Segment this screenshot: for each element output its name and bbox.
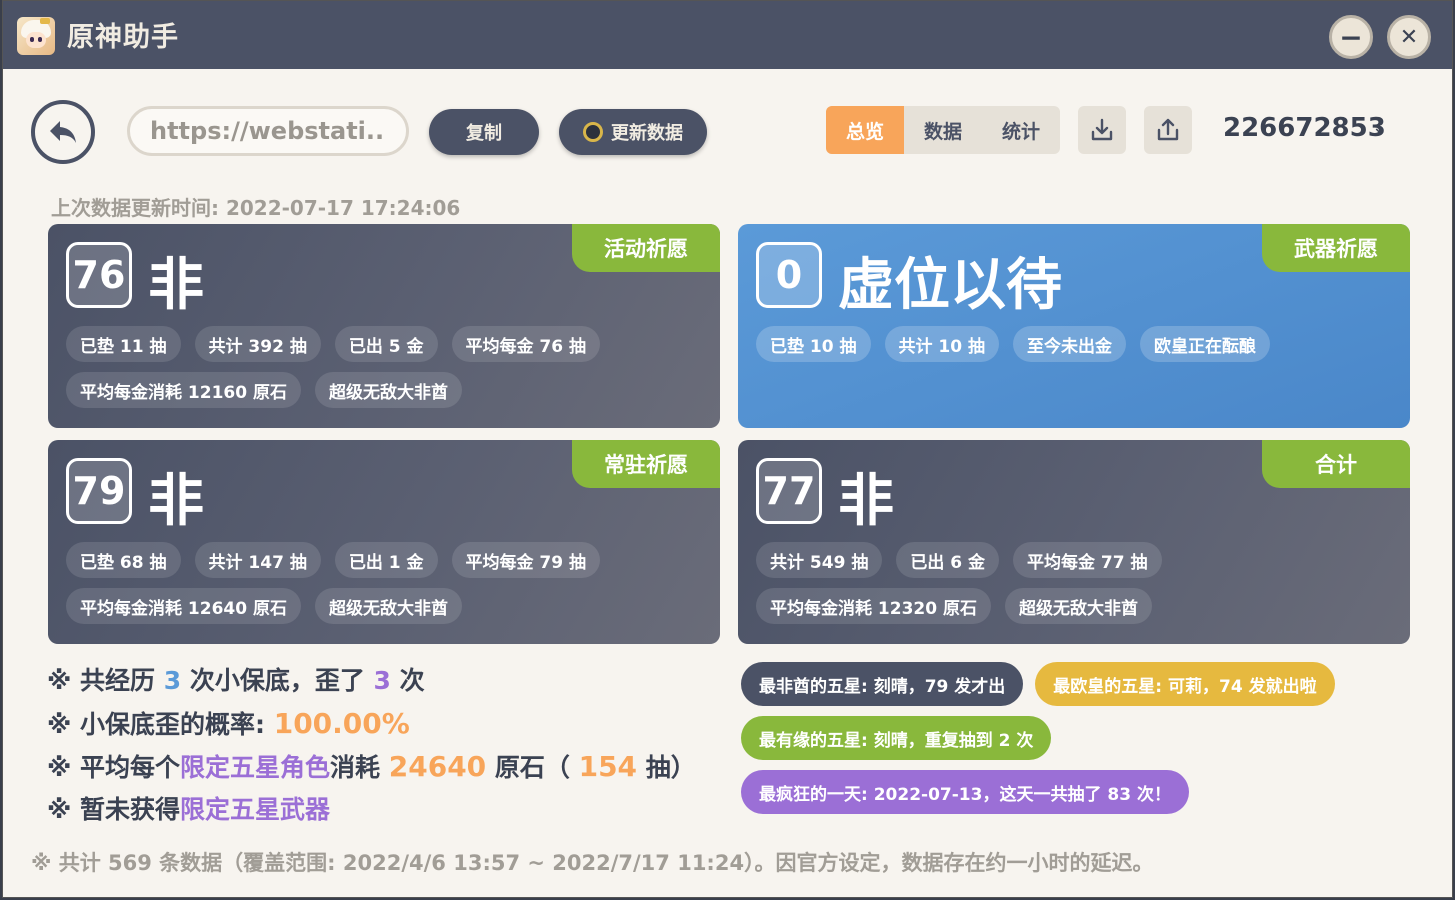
paimon-logo-icon bbox=[17, 17, 55, 55]
weapon-wish-card: 武器祈愿 0 虚位以待 已垫 10 抽 共计 10 抽 至今未出金 欧皇正在酝酿 bbox=[738, 224, 1410, 428]
luck-score: 0 bbox=[756, 242, 822, 308]
luck-verdict: 非 bbox=[838, 469, 894, 534]
limited-character-link[interactable]: 限定五星角色 bbox=[180, 753, 330, 782]
stat-pill: 共计 549 抽 bbox=[756, 542, 883, 578]
stat-pill: 平均每金 76 抽 bbox=[451, 326, 600, 362]
highlight-badges: 最非酋的五星: 刻晴，79 发才出 最欧皇的五星: 可莉，74 发就出啦 最有缘… bbox=[741, 662, 1421, 824]
close-button[interactable]: ✕ bbox=[1387, 15, 1431, 59]
title-bar[interactable]: 原神助手 − ✕ bbox=[3, 1, 1452, 69]
url-input[interactable] bbox=[127, 106, 409, 156]
stat-pill: 共计 147 抽 bbox=[194, 542, 321, 578]
badge-craziest-day: 最疯狂的一天: 2022-07-13，这天一共抽了 83 次！ bbox=[741, 770, 1189, 814]
tab-data[interactable]: 数据 bbox=[904, 106, 982, 154]
standard-wish-card: 常驻祈愿 79 非 已垫 68 抽 共计 147 抽 已出 1 金 平均每金 7… bbox=[48, 440, 720, 644]
card-tag: 活动祈愿 bbox=[572, 224, 720, 272]
stat-pill: 已垫 10 抽 bbox=[756, 326, 871, 362]
luck-verdict: 虚位以待 bbox=[838, 253, 1062, 318]
stat-pill: 平均每金 77 抽 bbox=[1013, 542, 1162, 578]
luck-verdict: 非 bbox=[148, 253, 204, 318]
card-tag: 合计 bbox=[1262, 440, 1410, 488]
stat-pills: 已垫 68 抽 共计 147 抽 已出 1 金 平均每金 79 抽 平均每金消耗… bbox=[66, 542, 706, 624]
stat-pill: 平均每金消耗 12160 原石 bbox=[66, 372, 301, 408]
copy-button[interactable]: 复制 bbox=[429, 109, 539, 155]
data-range-footnote: ※ 共计 569 条数据（覆盖范围: 2022/4/6 13:57 ~ 2022… bbox=[31, 851, 1154, 875]
badge-fated-five-star: 最有缘的五星: 刻晴，重复抽到 2 次 bbox=[741, 716, 1052, 760]
summary-line-pity: ※ 共经历 3 次小保底，歪了 3 次 bbox=[47, 666, 425, 695]
stat-pills: 共计 549 抽 已出 6 金 平均每金 77 抽 平均每金消耗 12320 原… bbox=[756, 542, 1396, 624]
stat-pill: 平均每金消耗 12640 原石 bbox=[66, 588, 301, 624]
card-tag: 武器祈愿 bbox=[1262, 224, 1410, 272]
minimize-icon: − bbox=[1339, 20, 1363, 54]
uid-selector[interactable]: 226672853 bbox=[1223, 113, 1386, 143]
card-tag: 常驻祈愿 bbox=[572, 440, 720, 488]
view-tabs: 总览 数据 统计 bbox=[826, 106, 1060, 154]
badge-worst-five-star: 最非酋的五星: 刻晴，79 发才出 bbox=[741, 662, 1024, 706]
stat-pill: 超级无敌大非酋 bbox=[314, 372, 462, 408]
chevron-down-icon[interactable]: ⌄ bbox=[1372, 117, 1387, 138]
share-button[interactable] bbox=[1144, 106, 1192, 154]
stat-pill: 已垫 68 抽 bbox=[66, 542, 181, 578]
update-data-label: 更新数据 bbox=[611, 123, 683, 144]
luck-score: 77 bbox=[756, 458, 822, 524]
stat-pill: 超级无敌大非酋 bbox=[1004, 588, 1152, 624]
character-event-wish-card: 活动祈愿 76 非 已垫 11 抽 共计 392 抽 已出 5 金 平均每金 7… bbox=[48, 224, 720, 428]
stat-pill: 至今未出金 bbox=[1013, 326, 1126, 362]
stat-pill: 平均每金消耗 12320 原石 bbox=[756, 588, 991, 624]
summary-line-avg-cost: ※ 平均每个限定五星角色消耗 24640 原石（ 154 抽） bbox=[47, 750, 696, 783]
summary-list: ※ 共经历 3 次小保底，歪了 3 次 ※ 小保底歪的概率: 100.00% ※… bbox=[47, 661, 696, 833]
tab-statistics[interactable]: 统计 bbox=[982, 106, 1060, 154]
last-update-time: 上次数据更新时间: 2022-07-17 17:24:06 bbox=[51, 196, 461, 220]
badge-best-five-star: 最欧皇的五星: 可莉，74 发就出啦 bbox=[1035, 662, 1335, 706]
limited-weapon-link[interactable]: 限定五星武器 bbox=[180, 795, 330, 824]
export-button[interactable] bbox=[1078, 106, 1126, 154]
stat-pills: 已垫 10 抽 共计 10 抽 至今未出金 欧皇正在酝酿 bbox=[756, 326, 1396, 362]
stat-pill: 已出 1 金 bbox=[334, 542, 438, 578]
luck-score: 79 bbox=[66, 458, 132, 524]
luck-score: 76 bbox=[66, 242, 132, 308]
tab-overview[interactable]: 总览 bbox=[826, 106, 904, 154]
stat-pill: 已垫 11 抽 bbox=[66, 326, 181, 362]
stat-pills: 已垫 11 抽 共计 392 抽 已出 5 金 平均每金 76 抽 平均每金消耗… bbox=[66, 326, 706, 408]
summary-line-probability: ※ 小保底歪的概率: 100.00% bbox=[47, 707, 410, 740]
stat-pill: 已出 6 金 bbox=[896, 542, 999, 578]
stat-pill: 超级无敌大非酋 bbox=[314, 588, 462, 624]
stat-pill: 欧皇正在酝酿 bbox=[1140, 326, 1270, 362]
share-icon bbox=[1157, 118, 1179, 141]
total-wish-card: 合计 77 非 共计 549 抽 已出 6 金 平均每金 77 抽 平均每金消耗… bbox=[738, 440, 1410, 644]
close-icon: ✕ bbox=[1399, 24, 1419, 50]
luck-verdict: 非 bbox=[148, 469, 204, 534]
back-button[interactable] bbox=[31, 100, 95, 164]
stat-pill: 已出 5 金 bbox=[334, 326, 438, 362]
download-icon bbox=[1091, 118, 1113, 141]
app-window: 原神助手 − ✕ 复制 更新数据 总览 数据 统计 226672853 ⌄ 上次… bbox=[2, 0, 1453, 898]
update-data-button[interactable]: 更新数据 bbox=[559, 109, 707, 155]
app-title: 原神助手 bbox=[67, 22, 179, 53]
stat-pill: 平均每金 79 抽 bbox=[451, 542, 600, 578]
loading-ring-icon bbox=[583, 122, 603, 142]
stat-pill: 共计 392 抽 bbox=[194, 326, 321, 362]
back-arrow-icon bbox=[50, 121, 76, 143]
minimize-button[interactable]: − bbox=[1329, 15, 1373, 59]
summary-line-weapon: ※ 暂未获得限定五星武器 bbox=[47, 795, 331, 824]
stat-pill: 共计 10 抽 bbox=[884, 326, 999, 362]
